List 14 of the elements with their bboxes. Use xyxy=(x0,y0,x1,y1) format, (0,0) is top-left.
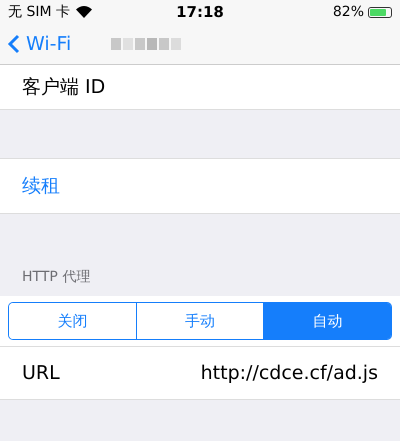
segment[interactable]: 自动 xyxy=(263,303,391,339)
url-label: URL xyxy=(22,362,60,384)
status-time: 17:18 xyxy=(176,3,224,21)
section-header: HTTP 代理 xyxy=(22,268,90,286)
row-label: 客户端 ID xyxy=(22,75,106,100)
back-button[interactable]: Wi-Fi xyxy=(8,33,72,55)
blurred-title xyxy=(111,38,182,50)
carrier: 无 SIM 卡 xyxy=(8,3,70,21)
battery-percent: 82% xyxy=(332,4,364,20)
chevron-icon xyxy=(8,34,20,54)
url-value: http://cdce.cf/ad.js xyxy=(200,362,378,384)
wifi-icon xyxy=(76,6,92,18)
battery-icon xyxy=(368,6,392,18)
renew-link[interactable]: 续租 xyxy=(22,173,60,199)
